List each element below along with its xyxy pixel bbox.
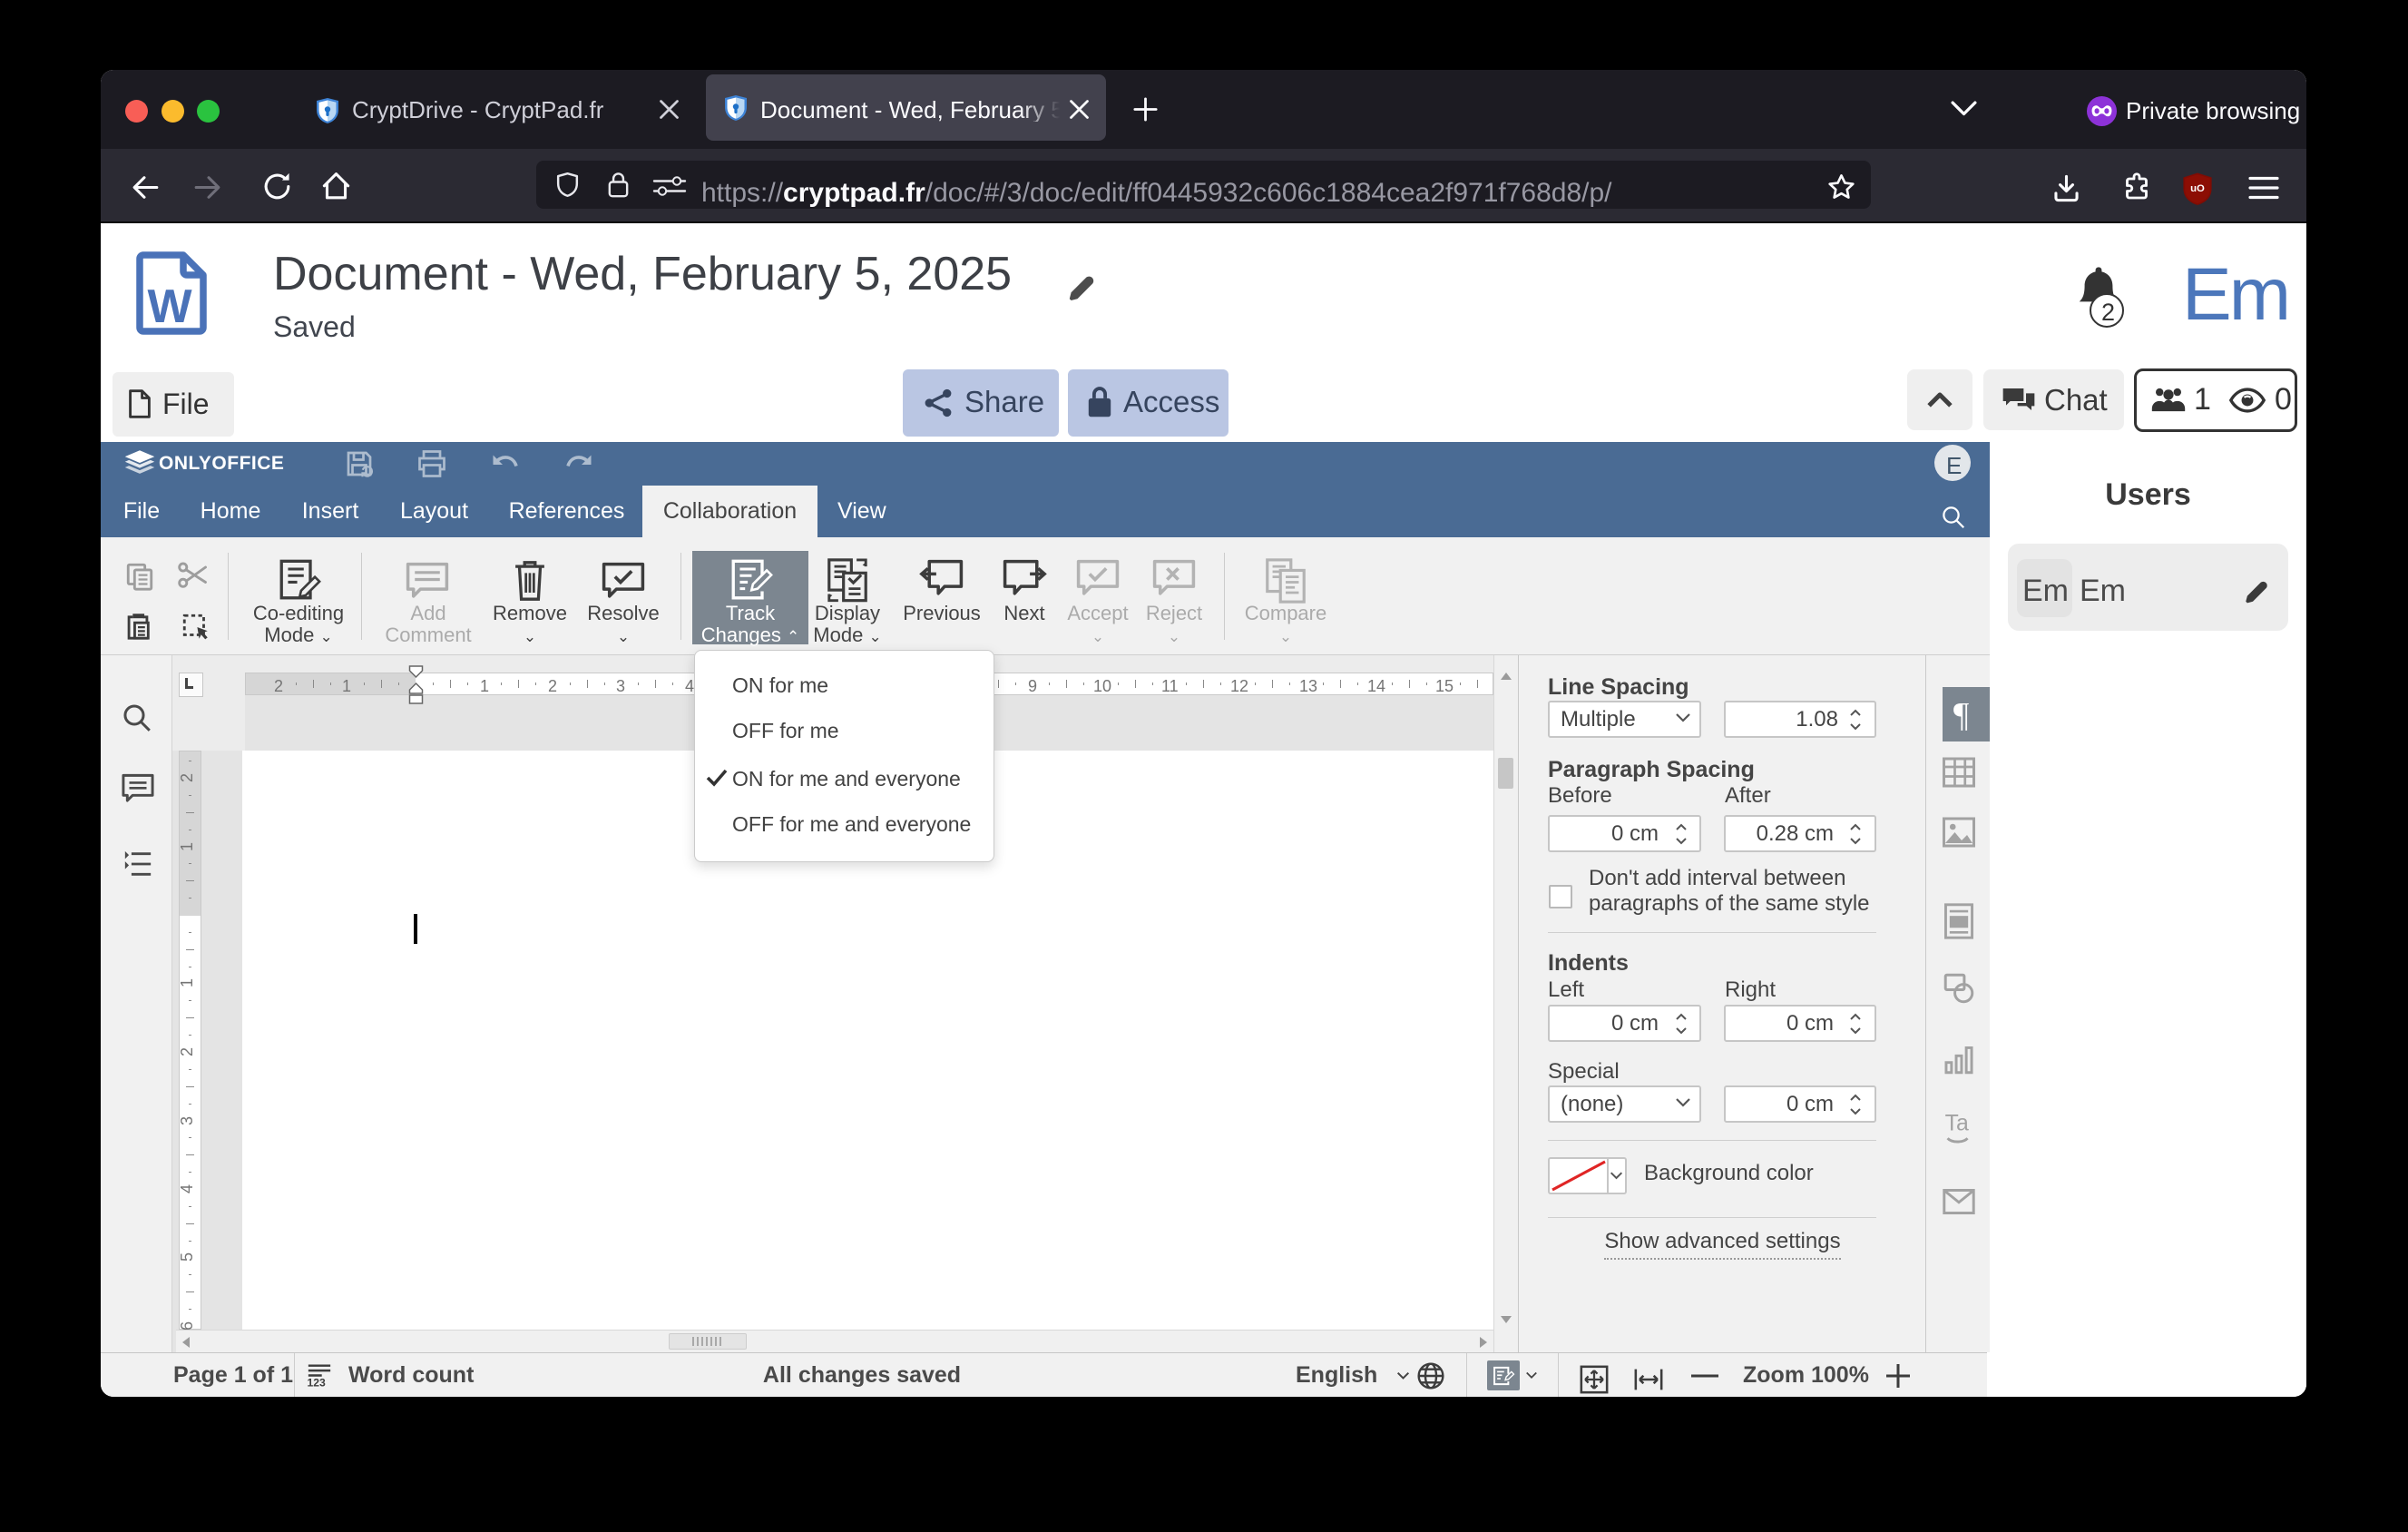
svg-text:uO: uO: [2190, 183, 2205, 194]
svg-text:Ta: Ta: [1945, 1111, 1969, 1135]
svg-text:W: W: [147, 280, 192, 333]
svg-text:123: 123: [308, 1377, 327, 1390]
